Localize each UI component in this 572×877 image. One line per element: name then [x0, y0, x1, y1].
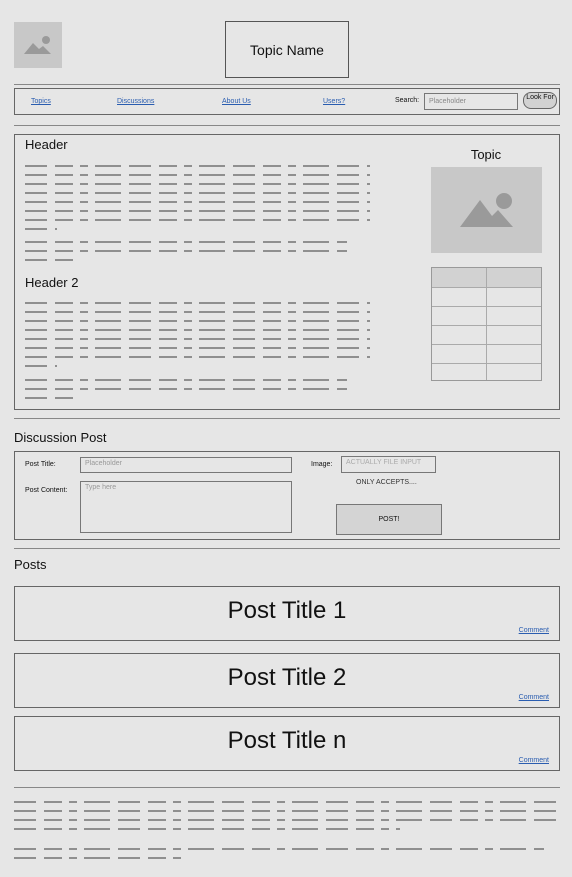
post-title[interactable]: Post Title 1: [15, 597, 559, 625]
accepted-types-note: ONLY ACCEPTS....: [356, 479, 417, 486]
article-header-2: Header 2: [25, 275, 79, 290]
logo-image: [14, 22, 62, 68]
post-content-textarea[interactable]: Type here: [80, 481, 292, 533]
nav-link-users[interactable]: Users?: [323, 98, 345, 105]
search-input[interactable]: Placeholder: [424, 93, 518, 110]
post-title[interactable]: Post Title n: [15, 727, 559, 755]
side-table: [431, 267, 542, 381]
nav-link-discussions[interactable]: Discussions: [117, 98, 154, 105]
post-card[interactable]: Post Title 1 Comment: [14, 586, 560, 641]
comment-link[interactable]: Comment: [519, 694, 549, 701]
image-label: Image:: [311, 461, 333, 468]
post-title-input[interactable]: Placeholder: [80, 457, 292, 473]
divider: [14, 787, 560, 788]
image-icon: [24, 36, 51, 54]
footer-paragraph-placeholder: [14, 801, 560, 837]
post-content-label: Post Content:: [25, 487, 68, 494]
nav-link-about-us[interactable]: About Us: [222, 98, 251, 105]
discussion-title: Discussion Post: [14, 430, 107, 445]
side-image: [431, 167, 542, 253]
post-title-label: Post Title:: [25, 461, 56, 468]
footer-paragraph-placeholder: [14, 848, 544, 866]
divider: [14, 418, 560, 419]
post-card[interactable]: Post Title n Comment: [14, 716, 560, 771]
paragraph-placeholder: [25, 165, 370, 237]
post-card[interactable]: Post Title 2 Comment: [14, 653, 560, 708]
image-icon: [460, 193, 513, 227]
paragraph-placeholder: [25, 241, 347, 268]
side-topic-title: Topic: [470, 147, 502, 162]
paragraph-placeholder: [25, 379, 347, 406]
divider: [14, 548, 560, 549]
paragraph-placeholder: [25, 302, 370, 374]
comment-link[interactable]: Comment: [519, 627, 549, 634]
divider: [14, 125, 560, 126]
comment-link[interactable]: Comment: [519, 757, 549, 764]
posts-title: Posts: [14, 557, 47, 572]
topic-name: Topic Name: [250, 41, 324, 58]
image-file-input[interactable]: ACTUALLY FILE INPUT: [341, 456, 436, 473]
post-submit-button[interactable]: POST!: [336, 504, 442, 535]
nav-bar: Topics Discussions About Us Users? Searc…: [14, 88, 560, 115]
topic-name-box: Topic Name: [225, 21, 349, 78]
post-title[interactable]: Post Title 2: [15, 664, 559, 692]
nav-link-topics[interactable]: Topics: [31, 98, 51, 105]
divider: [14, 84, 560, 85]
look-for-button[interactable]: Look For: [523, 92, 557, 109]
search-label: Search:: [395, 97, 420, 104]
article-header-1: Header: [25, 137, 68, 152]
